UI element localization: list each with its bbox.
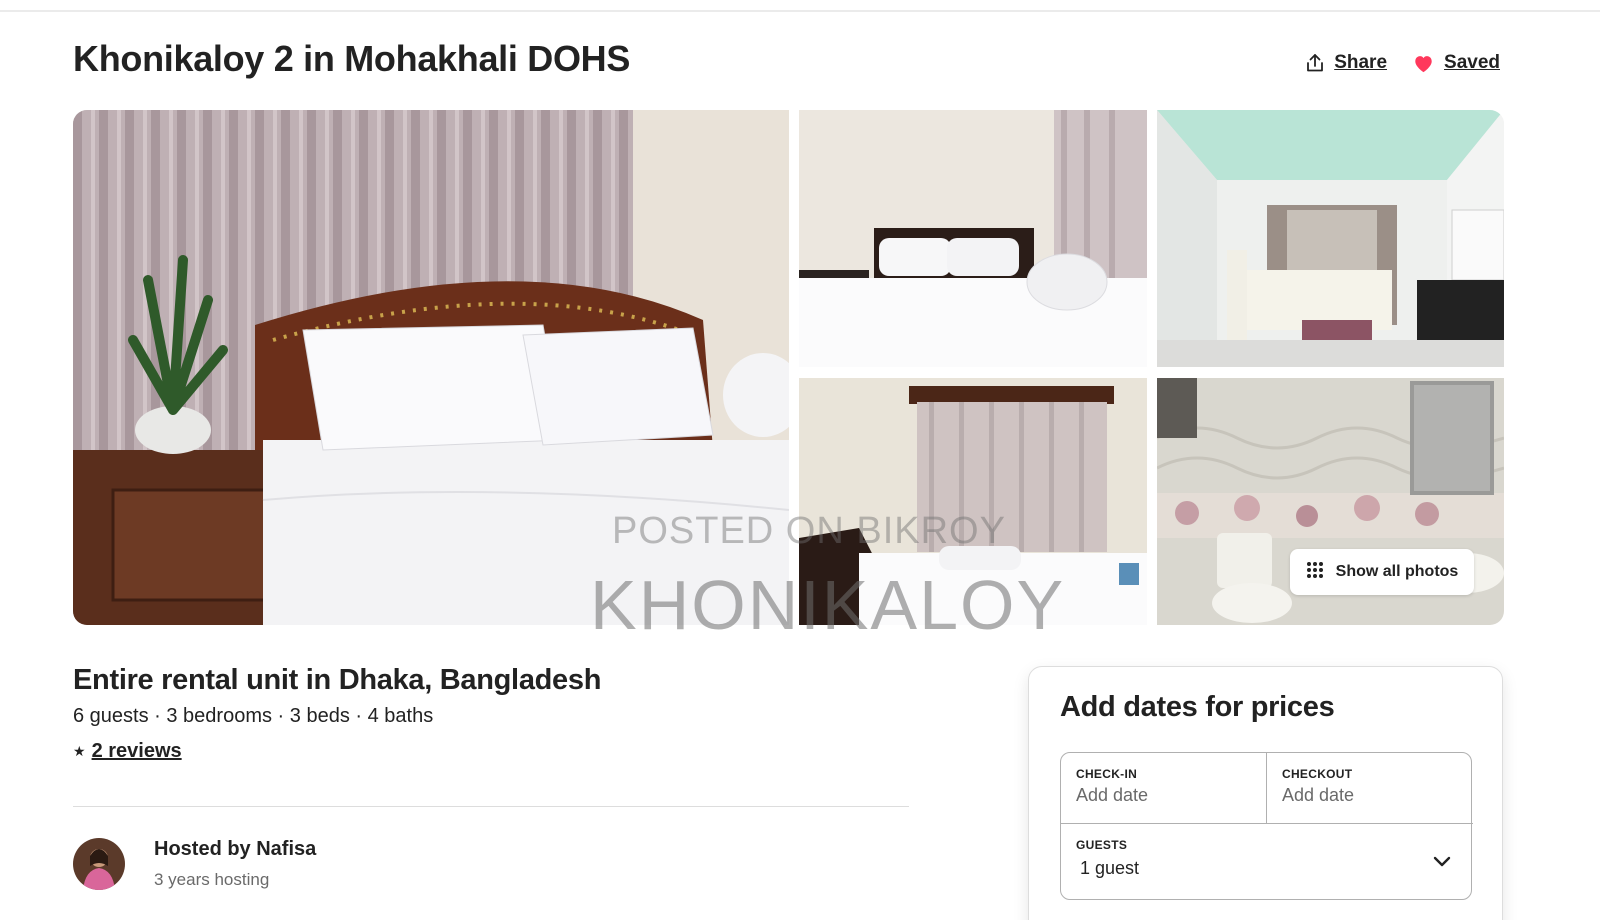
watermark-brand: KHONIKALOY [590,566,1066,644]
checkin-label: CHECK-IN [1076,767,1138,781]
show-all-photos-label: Show all photos [1335,563,1459,580]
show-all-photos-button[interactable]: Show all photos [1290,549,1474,595]
checkin-value: Add date [1076,785,1149,805]
heart-icon [1413,54,1434,73]
checkin-field[interactable]: CHECK-IN Add date [1061,753,1267,824]
header-actions: Share Saved [1306,52,1500,74]
photo-dining-area[interactable] [1157,110,1504,367]
saved-button[interactable]: Saved [1413,52,1500,74]
host-name: Hosted by Nafisa [154,838,317,860]
date-guest-picker: CHECK-IN Add date CHECKOUT Add date GUES… [1060,752,1473,901]
section-divider [73,806,909,807]
share-label: Share [1334,52,1388,73]
guests-value: 1 guest [1080,858,1140,878]
host-avatar[interactable] [73,838,125,890]
star-icon: ★ [73,743,86,759]
host-hosting-duration: 3 years hosting [154,870,270,889]
share-icon [1306,53,1324,73]
share-button[interactable]: Share [1306,52,1387,74]
chevron-down-icon [1433,855,1451,873]
grid-dots-icon [1306,561,1324,584]
photo-bedroom-2[interactable] [799,110,1147,367]
page-title: Khonikaloy 2 in Mohakhali DOHS [73,38,631,79]
reviews-link[interactable]: 2 reviews [92,740,182,763]
listing-title: Entire rental unit in Dhaka, Bangladesh [73,664,602,696]
header-divider [0,10,1600,12]
watermark-posted-on: POSTED ON BIKROY [612,510,1006,552]
checkout-label: CHECKOUT [1282,767,1353,781]
listing-details: 6 guests · 3 bedrooms · 3 beds · 4 baths [73,705,434,727]
booking-card: Add dates for prices CHECK-IN Add date C… [1028,666,1503,920]
checkout-value: Add date [1282,785,1355,805]
guests-label: GUESTS [1076,838,1128,852]
checkout-field[interactable]: CHECKOUT Add date [1267,753,1473,824]
reviews-summary: ★ 2 reviews [73,740,182,763]
booking-title: Add dates for prices [1060,691,1335,723]
saved-label: Saved [1444,52,1500,73]
guests-select[interactable]: GUESTS 1 guest [1061,824,1473,901]
